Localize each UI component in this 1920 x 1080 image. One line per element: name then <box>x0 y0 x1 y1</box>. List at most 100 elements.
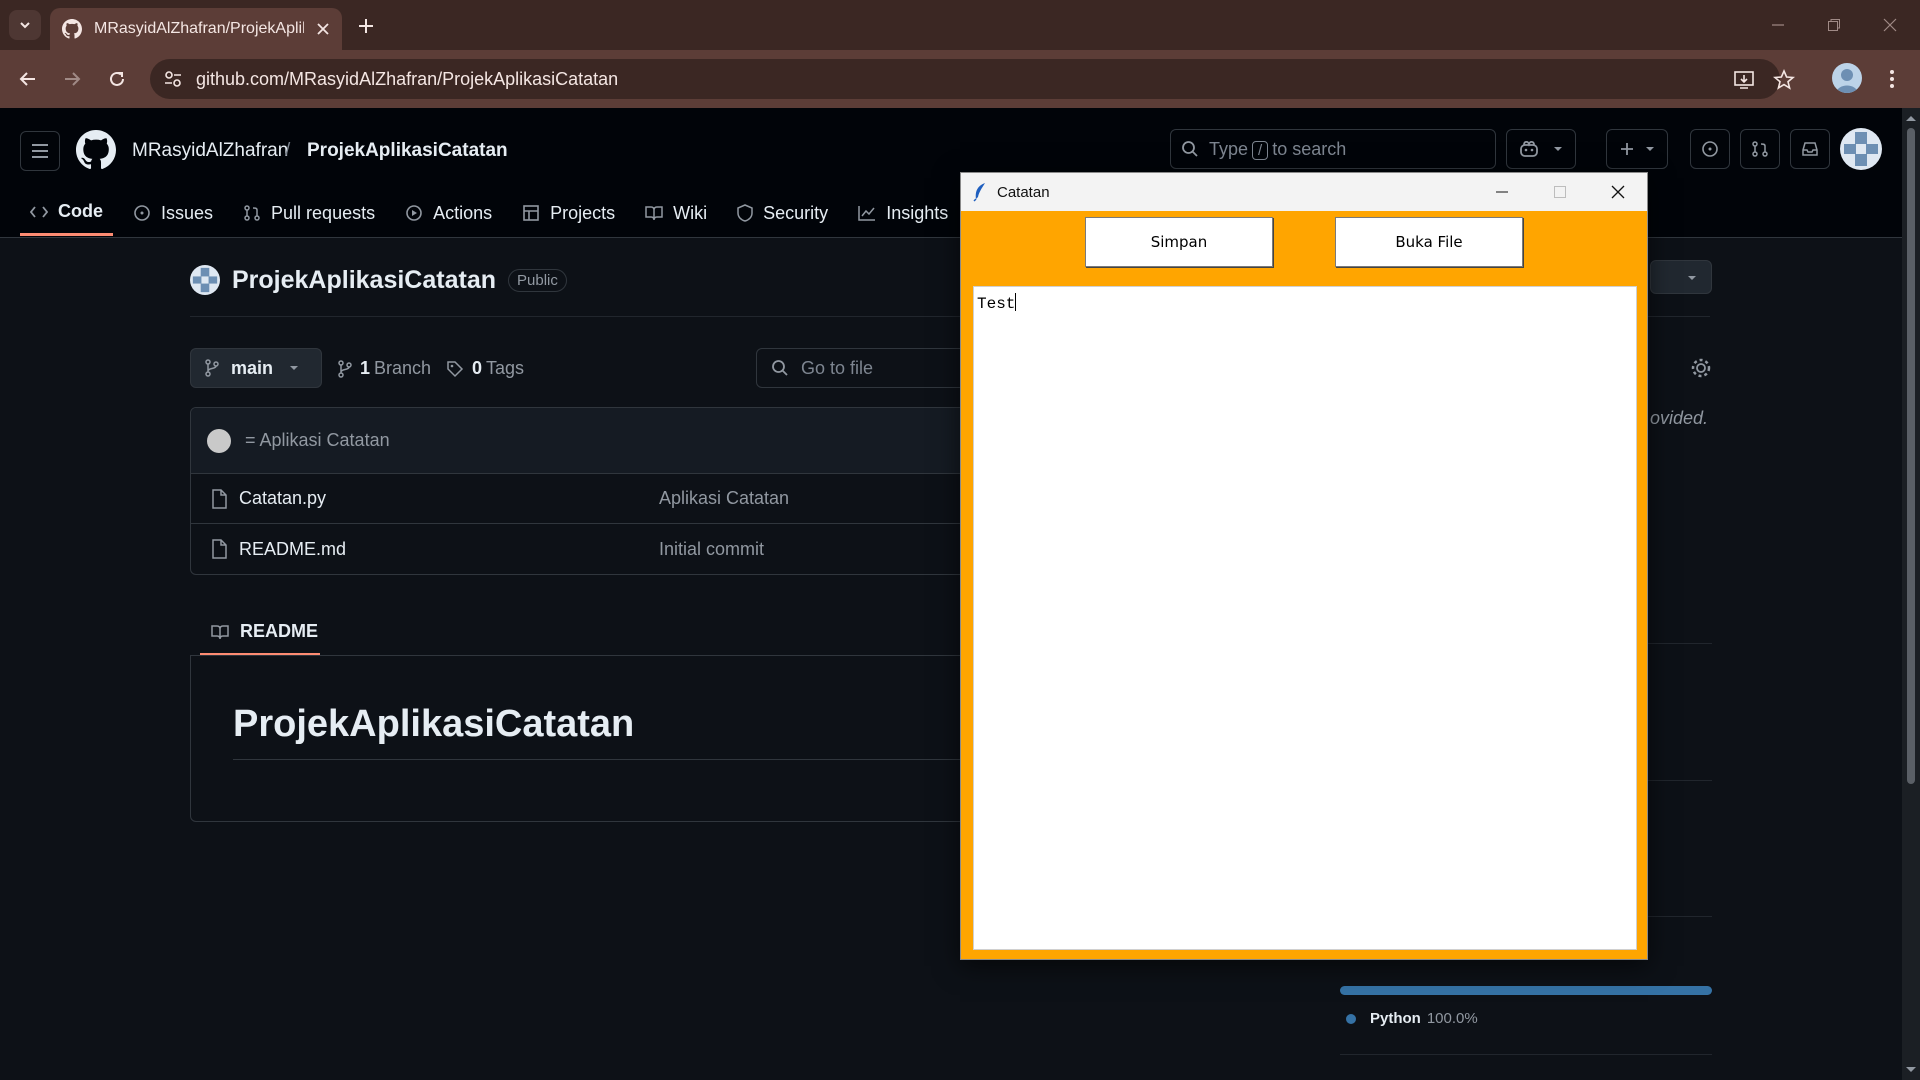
repo-owner-avatar[interactable] <box>190 265 220 295</box>
breadcrumb-separator: / <box>285 140 291 161</box>
close-icon <box>1611 185 1625 199</box>
close-tab-icon[interactable] <box>316 22 330 36</box>
identicon-icon <box>192 267 218 293</box>
restore-icon <box>1828 19 1840 31</box>
branch-selector-button[interactable]: main <box>190 348 322 388</box>
readme-heading-rule <box>233 759 993 760</box>
chevron-down-icon <box>1554 147 1562 151</box>
scroll-down-icon[interactable] <box>1902 1064 1920 1076</box>
site-info-icon[interactable] <box>162 68 184 90</box>
browser-tabstrip: MRasyidAlZhafran/ProjekAplikasiCatatan <box>0 0 1920 50</box>
app-maximize-button[interactable] <box>1531 173 1589 211</box>
browser-tab-title: MRasyidAlZhafran/ProjekAplikasiCatatan <box>94 20 304 37</box>
file-icon <box>212 488 227 509</box>
git-branch-icon <box>338 359 352 378</box>
browser-tab-active[interactable]: MRasyidAlZhafran/ProjekAplikasiCatatan <box>50 8 342 50</box>
reload-button[interactable] <box>102 64 132 94</box>
tab-search-button[interactable] <box>9 10 41 40</box>
file-commit-message[interactable]: Aplikasi Catatan <box>659 488 789 509</box>
save-button[interactable]: Simpan <box>1085 217 1273 267</box>
profile-icon <box>1836 69 1858 93</box>
address-bar[interactable]: github.com/MRasyidAlZhafran/ProjekAplika… <box>150 59 1796 99</box>
forward-button[interactable] <box>57 64 87 94</box>
latest-commit-message[interactable]: = Aplikasi Catatan <box>245 430 390 451</box>
chevron-down-icon <box>1646 147 1654 151</box>
profile-avatar[interactable] <box>1832 63 1862 93</box>
bookmark-star-icon[interactable] <box>1772 68 1796 92</box>
tab-insights[interactable]: Insights <box>848 190 958 236</box>
file-commit-message[interactable]: Initial commit <box>659 539 764 560</box>
user-avatar[interactable] <box>1840 128 1882 170</box>
tab-security[interactable]: Security <box>727 190 838 236</box>
plus-icon <box>1621 143 1633 155</box>
table-icon <box>523 205 539 221</box>
browser-toolbar: github.com/MRasyidAlZhafran/ProjekAplika… <box>0 50 1920 108</box>
tab-wiki[interactable]: Wiki <box>635 190 717 236</box>
install-app-icon[interactable] <box>1732 68 1756 92</box>
shield-icon <box>737 204 753 222</box>
new-tab-button[interactable] <box>352 12 380 40</box>
commit-author-avatar[interactable] <box>207 428 231 453</box>
maximize-icon <box>1554 186 1566 198</box>
code-icon <box>30 205 48 218</box>
browser-menu-button[interactable] <box>1880 64 1904 94</box>
issue-icon <box>134 205 150 221</box>
repo-owner-link[interactable]: MRasyidAlZhafran <box>132 140 288 162</box>
repo-name-link[interactable]: ProjekAplikasiCatatan <box>307 140 508 162</box>
github-logo-icon[interactable] <box>76 130 116 170</box>
inbox-button[interactable] <box>1790 129 1830 169</box>
window-restore-button[interactable] <box>1814 10 1854 40</box>
arrow-left-icon <box>19 72 35 86</box>
note-text-area[interactable]: Test <box>973 286 1637 950</box>
scrollbar-thumb[interactable] <box>1907 128 1915 784</box>
file-row[interactable]: Catatan.py Aplikasi Catatan <box>191 474 1009 524</box>
tab-issues[interactable]: Issues <box>123 190 223 236</box>
scroll-up-icon[interactable] <box>1902 112 1920 124</box>
latest-commit-row: = Aplikasi Catatan <box>191 408 1009 474</box>
create-new-button[interactable] <box>1606 129 1668 169</box>
pull-requests-button[interactable] <box>1740 129 1780 169</box>
book-icon <box>211 624 229 639</box>
global-nav-menu-button[interactable] <box>20 131 60 171</box>
tab-wiki-label: Wiki <box>673 202 708 223</box>
reload-icon <box>110 71 124 86</box>
window-minimize-button[interactable] <box>1758 10 1798 40</box>
github-favicon-icon <box>62 19 82 39</box>
pull-request-icon <box>244 205 260 221</box>
tab-actions-label: Actions <box>433 202 493 223</box>
tab-code[interactable]: Code <box>20 190 113 236</box>
file-name[interactable]: Catatan.py <box>239 488 326 509</box>
open-file-button[interactable]: Buka File <box>1335 217 1523 267</box>
repo-title[interactable]: ProjekAplikasiCatatan <box>232 266 496 295</box>
file-row[interactable]: README.md Initial commit <box>191 524 1009 574</box>
tab-projects[interactable]: Projects <box>512 190 625 236</box>
gear-icon[interactable] <box>1690 357 1712 379</box>
language-name: Python <box>1370 1010 1421 1027</box>
file-icon <box>212 539 227 559</box>
text-caret <box>1015 293 1017 311</box>
tab-actions[interactable]: Actions <box>395 190 502 236</box>
tags-link[interactable]: 0 Tags <box>446 358 524 379</box>
visibility-badge: Public <box>508 268 567 292</box>
minimize-icon <box>1772 24 1784 26</box>
language-row[interactable]: Python 100.0% <box>1346 1010 1478 1027</box>
app-titlebar[interactable]: Catatan <box>961 173 1647 211</box>
copilot-button[interactable] <box>1506 129 1576 169</box>
window-close-button[interactable] <box>1870 10 1910 40</box>
file-name[interactable]: README.md <box>239 539 346 560</box>
branches-link[interactable]: 1 Branch <box>338 358 431 379</box>
github-search-input[interactable]: Type / to search <box>1170 129 1496 169</box>
file-listing: = Aplikasi Catatan Catatan.py Aplikasi C… <box>190 407 1010 575</box>
repo-actions-dropdown[interactable] <box>1650 260 1712 294</box>
tab-pull-requests[interactable]: Pull requests <box>233 190 385 236</box>
page-scrollbar[interactable] <box>1902 108 1920 1080</box>
about-description-fragment: ovided. <box>1650 408 1709 428</box>
readme-tab[interactable]: README <box>200 610 320 656</box>
go-to-file-placeholder: Go to file <box>801 357 874 378</box>
app-minimize-button[interactable] <box>1473 173 1531 211</box>
chevron-down-icon <box>290 366 299 370</box>
tab-pull-requests-label: Pull requests <box>271 202 376 223</box>
back-button[interactable] <box>13 64 43 94</box>
issues-button[interactable] <box>1690 129 1730 169</box>
app-close-button[interactable] <box>1589 173 1647 211</box>
